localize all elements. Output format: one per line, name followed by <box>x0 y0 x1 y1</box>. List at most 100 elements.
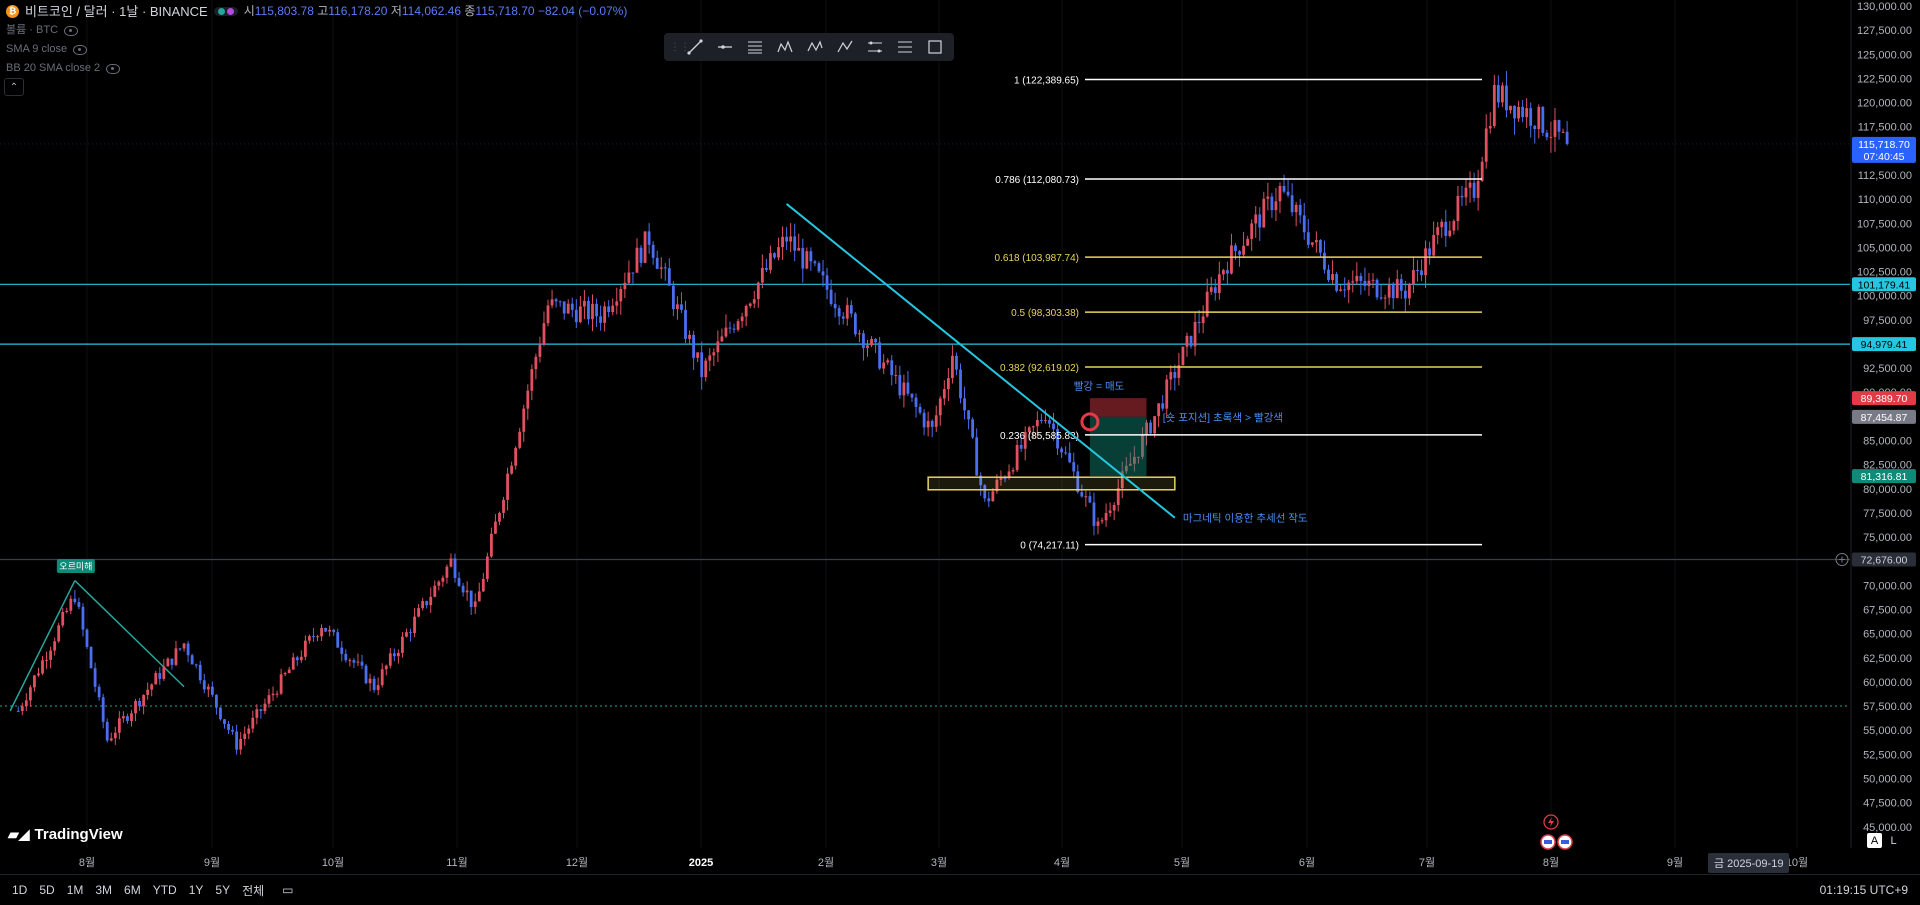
candle-body <box>793 236 797 251</box>
candle-body <box>510 465 514 474</box>
candle-body <box>267 695 271 704</box>
candle-body <box>113 732 117 739</box>
candle-body <box>223 719 226 724</box>
xabcd-pattern-icon[interactable] <box>802 35 828 59</box>
range-1m[interactable]: 1M <box>67 883 84 897</box>
candlestick-chart[interactable]: 1 (122,389.65) 0.786 (112,080.73) 0.618 (1… <box>0 0 1920 874</box>
candle-body <box>117 718 121 733</box>
candle-body <box>1274 201 1278 211</box>
horizontal-ray-icon[interactable] <box>712 35 738 59</box>
candle-body <box>506 473 509 500</box>
line-label-text: 94,979.41 <box>1861 339 1908 351</box>
candle-body <box>409 632 412 634</box>
indicator-dots-icon[interactable] <box>213 7 238 16</box>
candle-body <box>1019 444 1023 449</box>
candle-body <box>243 733 247 739</box>
candle-body <box>1496 85 1500 103</box>
candle-body <box>817 263 821 272</box>
parallel-channel-icon[interactable] <box>862 35 888 59</box>
candle-body <box>534 356 538 370</box>
candle-body <box>720 336 724 342</box>
candle-body <box>453 558 457 578</box>
auto-scale-button[interactable]: A <box>1867 833 1882 848</box>
range-1d[interactable]: 1D <box>12 883 27 897</box>
candle-body <box>65 610 69 612</box>
drag-handle-icon[interactable]: ⋮⋮ <box>670 42 690 53</box>
candle-body <box>805 251 809 269</box>
candle-body <box>1517 106 1520 119</box>
y-tick-label: 50,000.00 <box>1863 773 1912 785</box>
range-5d[interactable]: 5D <box>39 883 54 897</box>
eye-icon[interactable] <box>73 44 88 55</box>
candle-body <box>356 661 360 663</box>
candle-body <box>1403 290 1407 299</box>
candle-body <box>1323 252 1326 270</box>
candle-body <box>716 341 720 353</box>
short-position-tool[interactable] <box>1080 398 1147 477</box>
candle-body <box>73 598 77 603</box>
pattern-icon[interactable] <box>772 35 798 59</box>
indicator-bb[interactable]: BB 20 SMA close 2 <box>6 59 100 78</box>
descending-trendline[interactable] <box>785 203 1176 519</box>
y-tick-label: 77,500.00 <box>1863 508 1912 520</box>
candle-body <box>1399 279 1403 291</box>
rectangle-icon[interactable] <box>922 35 948 59</box>
candle-body <box>425 601 429 606</box>
candle-body <box>1084 496 1088 498</box>
y-tick-label: 52,500.00 <box>1863 749 1912 761</box>
candle-body <box>615 301 619 306</box>
candle-body <box>1432 234 1436 256</box>
collapse-legend-button[interactable]: ⌃ <box>4 78 24 96</box>
candle-body <box>1549 136 1553 138</box>
range-6m[interactable]: 6M <box>124 883 141 897</box>
candle-body <box>522 408 526 432</box>
time-axis[interactable]: 8월 9월 10월 11월 12월 2025 2월 3월 4월 5월 6월 7월 8월 9월 10월 <box>79 856 1808 869</box>
candle-body <box>89 646 93 669</box>
candle-body <box>1347 282 1351 291</box>
trend-line-icon[interactable] <box>682 35 708 59</box>
candle-body <box>429 596 433 606</box>
uptrend-lines <box>9 579 185 712</box>
y-tick-label: 122,500.00 <box>1857 73 1912 85</box>
date-range-calendar-icon[interactable]: ▭ <box>282 883 293 897</box>
range-ytd[interactable]: YTD <box>153 883 177 897</box>
price-axis[interactable]: 130,000.00 127,500.00 125,000.00 122,500.00… <box>1850 0 1912 848</box>
eye-icon[interactable] <box>64 25 79 36</box>
candle-body <box>1561 131 1565 133</box>
fib-level-label: 0.5 (98,303.38) <box>1011 308 1079 319</box>
fib-retracement-icon[interactable] <box>742 35 768 59</box>
range-5y[interactable]: 5Y <box>215 883 230 897</box>
candle-body <box>154 673 158 685</box>
range-3m[interactable]: 3M <box>95 883 112 897</box>
x-tick-label: 2월 <box>818 856 834 869</box>
candle-body <box>1545 132 1549 138</box>
fib-level-label: 0.786 (112,080.73) <box>995 175 1079 186</box>
candle-body <box>1217 274 1221 294</box>
price-label-countdown: 07:40:45 <box>1864 151 1905 163</box>
candle-body <box>1375 279 1379 298</box>
eye-icon[interactable] <box>106 63 121 74</box>
range-all[interactable]: 전체 <box>242 882 264 899</box>
event-icons[interactable] <box>1540 814 1573 850</box>
candle-body <box>894 375 898 377</box>
log-scale-button[interactable]: L <box>1886 833 1901 848</box>
candle-body <box>441 577 445 582</box>
symbol-title[interactable]: 비트코인 / 달러 · 1날 · BINANCE <box>25 2 208 21</box>
candle-body <box>583 300 586 307</box>
candle-body <box>348 660 352 662</box>
candle-body <box>162 666 166 679</box>
fib-channel-icon[interactable] <box>892 35 918 59</box>
y-tick-label: 125,000.00 <box>1857 49 1912 61</box>
candle-body <box>514 447 518 466</box>
indicator-sma[interactable]: SMA 9 close <box>6 40 67 59</box>
candle-body <box>1185 335 1189 347</box>
annotation-text: [숏 포지션] 초록색 > 빨강색 <box>1163 412 1283 424</box>
tradingview-logo[interactable]: ▰◢ TradingView <box>8 826 123 843</box>
candle-body <box>97 686 101 698</box>
candle-body <box>975 437 979 476</box>
candle-body <box>477 591 481 602</box>
abcd-pattern-icon[interactable] <box>832 35 858 59</box>
clock-display[interactable]: 01:19:15 UTC+9 <box>1820 883 1908 897</box>
range-1y[interactable]: 1Y <box>189 883 204 897</box>
candle-body <box>121 716 125 719</box>
